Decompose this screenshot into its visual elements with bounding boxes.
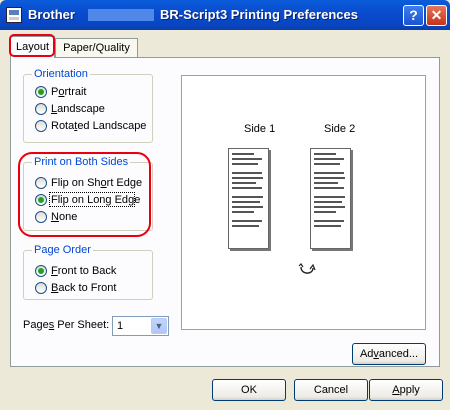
rotate-arrow-icon [298,263,316,274]
printing-preferences-dialog: Brother BR-Script3 Printing Preferences … [0,0,450,410]
tab-paper-quality[interactable]: Paper/Quality [55,38,138,57]
page-order-group: Page Order Front to Back Back to Front [23,244,153,300]
cancel-button[interactable]: Cancel [294,379,368,401]
advanced-button[interactable]: Advanced... [352,343,426,365]
radio-button[interactable] [35,86,47,98]
apply-button[interactable]: Apply [369,379,443,401]
radio-label: Landscape [51,103,105,115]
printer-icon [6,7,22,23]
orientation-title: Orientation [32,68,90,80]
help-button[interactable]: ? [403,5,424,26]
radio-button[interactable] [35,282,47,294]
radio-button[interactable] [35,265,47,277]
chevron-down-icon[interactable]: ▼ [151,318,167,334]
page-order-title: Page Order [32,244,93,256]
side-1-label: Side 1 [244,123,276,135]
title-bar[interactable]: Brother BR-Script3 Printing Preferences … [0,0,450,30]
pages-per-sheet-value: 1 [117,320,124,332]
preview-page-side-1 [228,148,269,249]
radio-button[interactable] [35,120,47,132]
ok-button[interactable]: OK [212,379,286,401]
both-sides-highlight [18,152,151,237]
radio-label: Portrait [51,86,87,98]
radio-button[interactable] [35,103,47,115]
radio-label: Rotated Landscape [51,120,147,132]
preview-page-side-2 [310,148,351,249]
layout-tab-highlight [9,34,55,57]
window-title-brand: Brother [28,7,75,22]
close-button[interactable]: ✕ [426,5,447,26]
radio-label: Front to Back [51,265,117,277]
pages-per-sheet-label: Pages Per Sheet: [23,319,110,331]
radio-label: Back to Front [51,282,117,294]
window-title: BR-Script3 Printing Preferences [160,7,358,22]
pages-per-sheet-select[interactable]: 1 ▼ [112,316,169,336]
orientation-group: Orientation Portrait Landscape Rotated L… [23,68,153,143]
layout-preview: Side 1 Side 2 [181,75,426,330]
redacted-model-name [88,9,154,21]
side-2-label: Side 2 [324,123,356,135]
